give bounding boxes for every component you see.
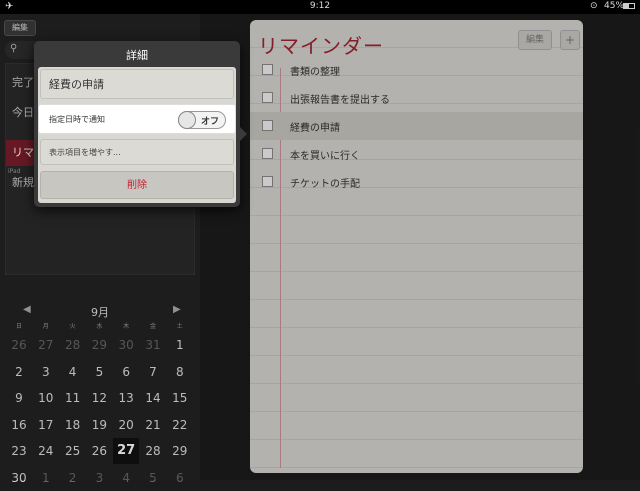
task-label: 本を買いに行く: [290, 151, 360, 162]
calendar-day[interactable]: 26: [86, 438, 112, 464]
calendar-day[interactable]: 31: [140, 332, 166, 358]
calendar-day[interactable]: 15: [167, 385, 193, 411]
notify-row: 指定日時で通知 オフ: [38, 104, 236, 134]
calendar-day[interactable]: 1: [33, 465, 59, 491]
add-reminder-button[interactable]: +: [560, 30, 580, 50]
calendar-day[interactable]: 26: [6, 332, 32, 358]
task-checkbox[interactable]: [262, 120, 273, 131]
task-checkbox[interactable]: [262, 64, 273, 75]
popover-title: 詳細: [126, 49, 148, 62]
task-checkbox[interactable]: [262, 148, 273, 159]
calendar-day[interactable]: 6: [113, 359, 139, 385]
calendar-day[interactable]: 21: [140, 412, 166, 438]
calendar-day[interactable]: 1: [167, 332, 193, 358]
calendar-day[interactable]: 17: [33, 412, 59, 438]
calendar-day[interactable]: 9: [6, 385, 32, 411]
calendar-day[interactable]: 30: [113, 332, 139, 358]
battery-icon: [623, 3, 635, 9]
status-time: 9:12: [309, 1, 331, 11]
calendar-day[interactable]: 7: [140, 359, 166, 385]
calendar-day[interactable]: 3: [86, 465, 112, 491]
calendar-day[interactable]: 19: [86, 412, 112, 438]
calendar-day[interactable]: 28: [60, 332, 86, 358]
calendar-month: 9月: [91, 306, 109, 319]
task-checkbox[interactable]: [262, 176, 273, 187]
toggle-state: オフ: [201, 117, 220, 127]
notify-toggle[interactable]: オフ: [178, 111, 226, 129]
calendar-day[interactable]: 13: [113, 385, 139, 411]
task-label: 経費の申請: [290, 123, 340, 134]
toggle-knob: [178, 111, 196, 129]
detail-popover: 詳細 経費の申請 指定日時で通知 オフ 表示項目を増やす... 削除: [34, 41, 247, 207]
notify-label: 指定日時で通知: [49, 115, 105, 124]
calendar-day[interactable]: 3: [33, 359, 59, 385]
calendar-day[interactable]: 2: [6, 359, 32, 385]
task-row[interactable]: 出張報告書を提出する: [250, 84, 583, 112]
calendar-day[interactable]: 4: [113, 465, 139, 491]
calendar-day[interactable]: 24: [33, 438, 59, 464]
calendar-day[interactable]: 16: [6, 412, 32, 438]
calendar-day[interactable]: 14: [140, 385, 166, 411]
task-row[interactable]: 本を買いに行く: [250, 140, 583, 168]
calendar: ◀ 9月 ▶ 日月火水木金土 26 27 28 29 30 31 1 2 3 4 5 6 7 8 9 10 11 1…: [5, 282, 195, 487]
popover-body: 経費の申請 指定日時で通知 オフ 表示項目を増やす... 削除: [38, 67, 236, 203]
lists-edit-button[interactable]: 編集: [4, 20, 36, 36]
calendar-day[interactable]: 27: [33, 332, 59, 358]
calendar-day[interactable]: 30: [6, 465, 32, 491]
calendar-weekday: 月: [42, 323, 49, 330]
search-icon: ⚲: [10, 43, 18, 54]
task-label: チケットの手配: [290, 179, 360, 190]
calendar-day[interactable]: 5: [140, 465, 166, 491]
show-more-button[interactable]: 表示項目を増やす...: [40, 139, 234, 165]
calendar-weekday: 火: [69, 323, 76, 330]
calendar-next-icon[interactable]: ▶: [173, 304, 181, 315]
calendar-day[interactable]: 22: [167, 412, 193, 438]
calendar-day[interactable]: 20: [113, 412, 139, 438]
calendar-day-today[interactable]: 27: [113, 438, 140, 464]
page-title: リマインダー: [258, 34, 384, 58]
battery-percent: 45%: [604, 1, 625, 11]
notepad-edit-button[interactable]: 編集: [518, 30, 552, 50]
calendar-day[interactable]: 4: [60, 359, 86, 385]
calendar-weekday: 日: [15, 323, 22, 330]
calendar-day[interactable]: 29: [86, 332, 112, 358]
calendar-day[interactable]: 8: [167, 359, 193, 385]
calendar-day[interactable]: 2: [60, 465, 86, 491]
task-row[interactable]: チケットの手配: [250, 168, 583, 196]
popover-arrow: [239, 126, 247, 142]
task-checkbox[interactable]: [262, 92, 273, 103]
task-row[interactable]: 書類の整理: [250, 56, 583, 84]
calendar-weekday: 水: [96, 323, 103, 330]
calendar-weekday: 木: [123, 323, 130, 330]
reminders-notepad: リマインダー 編集 + 書類の整理 出張報告書を提出する 経費の申請 本を買いに…: [250, 20, 583, 473]
rotation-lock-icon: ⊙: [590, 1, 598, 11]
calendar-day[interactable]: 28: [140, 438, 166, 464]
calendar-weekday: 土: [176, 323, 183, 330]
calendar-weekday: 金: [149, 323, 156, 330]
task-label: 出張報告書を提出する: [290, 95, 390, 106]
reminder-name-field[interactable]: 経費の申請: [40, 69, 234, 99]
calendar-day[interactable]: 12: [86, 385, 112, 411]
calendar-day[interactable]: 10: [33, 385, 59, 411]
calendar-day[interactable]: 29: [167, 438, 193, 464]
status-bar: ✈ 9:12 ⊙ 45%: [0, 0, 640, 14]
calendar-day[interactable]: 5: [86, 359, 112, 385]
task-row-selected[interactable]: 経費の申請: [250, 112, 583, 140]
task-label: 書類の整理: [290, 67, 340, 78]
delete-button[interactable]: 削除: [40, 171, 234, 199]
calendar-day[interactable]: 6: [167, 465, 193, 491]
calendar-day[interactable]: 25: [60, 438, 86, 464]
calendar-day[interactable]: 11: [60, 385, 86, 411]
calendar-day[interactable]: 18: [60, 412, 86, 438]
calendar-day[interactable]: 23: [6, 438, 32, 464]
